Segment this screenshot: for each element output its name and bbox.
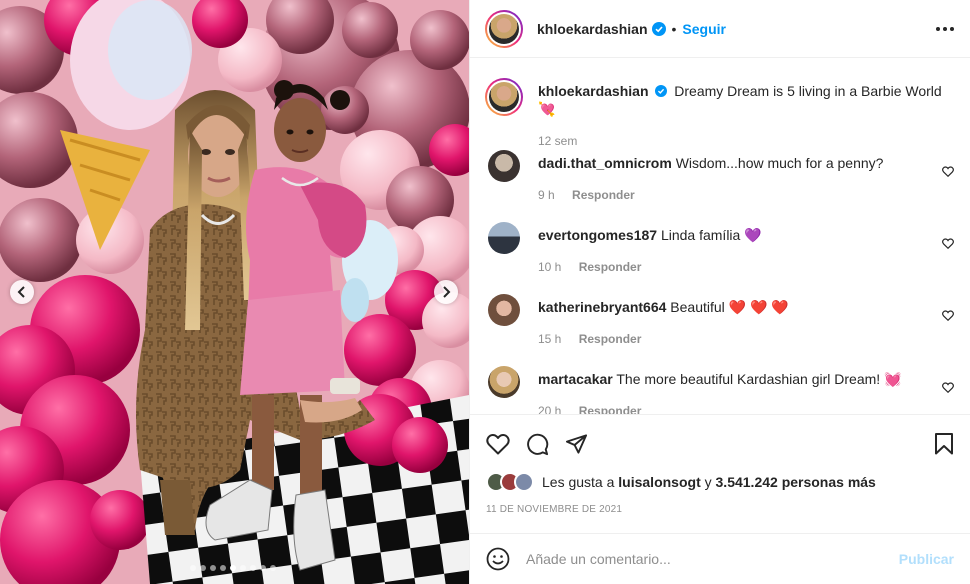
comment-item: dadi.that_omnicrom Wisdom...how much for… <box>486 150 954 222</box>
reply-button[interactable]: Responder <box>579 260 642 274</box>
reply-button[interactable]: Responder <box>579 404 642 414</box>
comment-input[interactable] <box>526 551 899 567</box>
comment-like-button[interactable] <box>942 164 954 182</box>
comment-like-button[interactable] <box>942 380 954 398</box>
likes-user-link[interactable]: luisalonsogt <box>618 474 700 490</box>
comments-list[interactable]: khloekardashian Dreamy Dream is 5 living… <box>470 58 970 414</box>
comment-time[interactable]: 9 h <box>538 188 555 202</box>
comment-time[interactable]: 10 h <box>538 260 561 274</box>
comment-emoji: 💜 <box>744 227 762 243</box>
carousel-dot <box>220 565 226 571</box>
share-button[interactable] <box>565 433 588 455</box>
comment-text: Beautiful <box>670 299 725 315</box>
commenter-avatar[interactable] <box>488 222 520 254</box>
heart-icon <box>942 382 954 394</box>
reply-button[interactable]: Responder <box>579 332 642 346</box>
comment-time[interactable]: 20 h <box>538 404 561 414</box>
emoji-icon <box>486 547 510 571</box>
carousel-indicator <box>190 565 276 571</box>
author-username[interactable]: khloekardashian <box>537 21 648 37</box>
comment-like-button[interactable] <box>942 308 954 326</box>
commenter-username[interactable]: evertongomes187 <box>538 227 657 243</box>
liker-avatars[interactable] <box>486 472 534 492</box>
heart-icon <box>942 238 954 250</box>
comment-item: martacakar The more beautiful Kardashian… <box>486 366 954 414</box>
chevron-right-icon <box>443 286 451 298</box>
post-actions: Les gusta a luisalonsogt y 3.541.242 per… <box>470 414 970 515</box>
verified-icon <box>651 21 666 36</box>
post-details-panel: khloekardashian • Seguir khloekardashian… <box>469 0 970 584</box>
carousel-dot <box>270 565 276 571</box>
carousel-dot <box>260 565 266 571</box>
likes-mid: y <box>704 474 712 490</box>
carousel-dot <box>250 565 256 571</box>
reply-button[interactable]: Responder <box>572 188 635 202</box>
comment-text: Linda família <box>660 227 741 243</box>
caption-time: 12 sem <box>538 134 578 148</box>
comment-time[interactable]: 15 h <box>538 332 561 346</box>
bookmark-icon <box>935 433 953 455</box>
author-avatar[interactable] <box>485 9 523 48</box>
comment-icon <box>527 433 549 455</box>
verified-icon <box>655 85 668 97</box>
comment-emoji: ❤️ ❤️ ❤️ <box>728 299 789 315</box>
post-media[interactable] <box>0 0 469 584</box>
commenter-username[interactable]: martacakar <box>538 371 613 387</box>
caption-emoji: 💘 <box>538 101 556 117</box>
carousel-next-button[interactable] <box>434 280 458 304</box>
post-caption: khloekardashian Dreamy Dream is 5 living… <box>485 78 954 148</box>
add-comment-bar: Publicar <box>470 533 970 584</box>
post-photo <box>0 0 469 584</box>
caption-avatar[interactable] <box>485 78 523 116</box>
likes-summary: Les gusta a luisalonsogt y 3.541.242 per… <box>486 472 954 492</box>
emoji-button[interactable] <box>486 547 510 571</box>
post-header: khloekardashian • Seguir <box>470 0 970 58</box>
caption-text: Dreamy Dream is 5 living in a Barbie Wor… <box>674 83 942 99</box>
carousel-dot <box>210 565 216 571</box>
likes-count-link[interactable]: 3.541.242 personas más <box>716 474 876 490</box>
header-separator: • <box>671 20 677 37</box>
more-options-icon[interactable] <box>936 26 954 31</box>
comment-like-button[interactable] <box>942 236 954 254</box>
comment-emoji: 💓 <box>884 371 902 387</box>
like-button[interactable] <box>486 433 510 455</box>
publish-comment-button[interactable]: Publicar <box>899 551 954 567</box>
post-date[interactable]: 11 DE NOVIEMBRE DE 2021 <box>486 504 954 515</box>
heart-icon <box>942 166 954 178</box>
carousel-dot <box>230 565 236 571</box>
save-button[interactable] <box>934 433 954 455</box>
comment-text: Wisdom...how much for a penny? <box>675 155 884 171</box>
share-icon <box>565 434 588 454</box>
follow-button[interactable]: Seguir <box>682 21 726 37</box>
heart-icon <box>942 310 954 322</box>
chevron-left-icon <box>17 286 25 298</box>
carousel-prev-button[interactable] <box>10 280 34 304</box>
comment-item: evertongomes187 Linda família 💜 10 h Res… <box>486 222 954 294</box>
commenter-avatar[interactable] <box>488 150 520 182</box>
commenter-username[interactable]: katherinebryant664 <box>538 299 666 315</box>
comment-button[interactable] <box>526 433 549 456</box>
caption-username[interactable]: khloekardashian <box>538 83 649 99</box>
carousel-dot <box>200 565 206 571</box>
heart-icon <box>486 434 510 455</box>
commenter-avatar[interactable] <box>488 294 520 326</box>
commenter-avatar[interactable] <box>488 366 520 398</box>
comment-item: katherinebryant664 Beautiful ❤️ ❤️ ❤️ 15… <box>486 294 954 366</box>
carousel-dot <box>240 565 246 571</box>
likes-prefix: Les gusta a <box>542 474 615 490</box>
comment-text: The more beautiful Kardashian girl Dream… <box>616 371 881 387</box>
commenter-username[interactable]: dadi.that_omnicrom <box>538 155 672 171</box>
carousel-dot <box>190 565 196 571</box>
